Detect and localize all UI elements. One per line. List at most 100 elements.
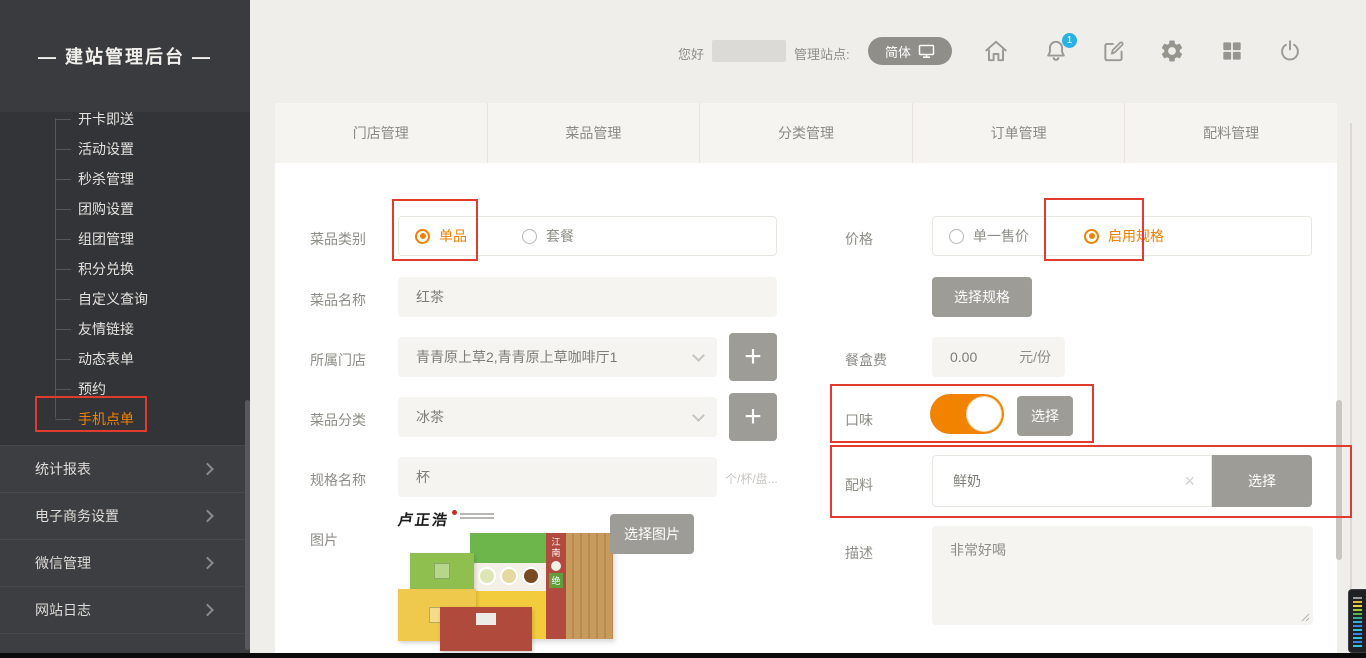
sidebar-sections: 统计报表 电子商务设置 微信管理 网站日志	[0, 445, 250, 658]
store-label: 所属门店	[310, 350, 366, 370]
tab-category-management[interactable]: 分类管理	[700, 103, 913, 163]
ingredient-label: 配料	[845, 475, 873, 495]
store-select[interactable]: 青青原上草2,青青原上草咖啡厅1	[398, 337, 717, 377]
home-button[interactable]	[983, 38, 1009, 64]
sidebar-item-shoujidiandan[interactable]: 手机点单	[0, 404, 250, 434]
choose-spec-button[interactable]: 选择规格	[932, 277, 1032, 317]
small-box-red	[440, 607, 532, 651]
content-scrollbar-thumb[interactable]	[1336, 400, 1342, 560]
resize-handle-icon[interactable]	[1300, 612, 1310, 622]
chevron-right-icon	[201, 557, 214, 570]
monitor-icon	[918, 44, 935, 59]
box-fee-input[interactable]: 0.00 元/份	[932, 337, 1065, 377]
notification-badge: 1	[1062, 33, 1077, 48]
flavor-choose-button[interactable]: 选择	[1017, 396, 1073, 436]
chevron-down-icon	[692, 349, 705, 362]
edit-button[interactable]	[1101, 38, 1127, 64]
language-button[interactable]: 简体	[868, 37, 952, 65]
description-value: 非常好喝	[950, 542, 1006, 558]
box-fee-value: 0.00	[950, 349, 977, 365]
chevron-right-icon	[201, 510, 214, 523]
tab-bar: 门店管理 菜品管理 分类管理 订单管理 配料管理	[275, 103, 1337, 163]
radio-icon	[415, 229, 430, 244]
add-class-button[interactable]: +	[729, 393, 777, 441]
sidebar-item-dongtaibiaodan[interactable]: 动态表单	[0, 344, 250, 374]
dish-type-label: 菜品类别	[310, 229, 366, 249]
apps-grid-icon	[1219, 38, 1245, 64]
sidebar-item-miaoshaguanli[interactable]: 秒杀管理	[0, 164, 250, 194]
tab-order-management[interactable]: 订单管理	[913, 103, 1126, 163]
apps-button[interactable]	[1219, 38, 1245, 64]
dish-class-select[interactable]: 冰茶	[398, 397, 717, 437]
ingredient-choose-button[interactable]: 选择	[1212, 455, 1312, 507]
sidebar-item-yuyue[interactable]: 预约	[0, 374, 250, 404]
radio-label: 套餐	[546, 226, 574, 246]
description-label: 描述	[845, 543, 873, 563]
logout-button[interactable]	[1277, 38, 1303, 64]
site-label: 管理站点:	[794, 44, 850, 63]
page: — 建站管理后台 — 开卡即送 活动设置 秒杀管理 团购设置 组团管理 积分兑换…	[0, 0, 1366, 658]
ingredient-input[interactable]: 鲜奶 ×	[932, 455, 1212, 507]
sidebar-section-tongjibaobiao[interactable]: 统计报表	[0, 445, 250, 492]
window-scrollbar-track[interactable]	[1350, 123, 1352, 653]
sidebar-section-label: 统计报表	[35, 459, 91, 479]
product-image: 卢正浩 江南 绝	[398, 509, 613, 654]
box-emblem	[551, 561, 561, 571]
description-textarea[interactable]: 非常好喝	[932, 526, 1313, 625]
radio-icon	[1084, 229, 1099, 244]
radio-single-item[interactable]: 单品	[415, 226, 467, 246]
radio-set-meal[interactable]: 套餐	[522, 226, 574, 246]
content-panel: 门店管理 菜品管理 分类管理 订单管理 配料管理 菜品类别 单品 套餐 菜品名称…	[275, 103, 1337, 658]
box-strip-text: 江南	[550, 537, 563, 559]
sidebar-item-huodongshezhi[interactable]: 活动设置	[0, 134, 250, 164]
censored-username	[712, 40, 786, 62]
spec-name-hint: 个/杯/盘...	[725, 470, 780, 487]
scroll-mini-widget[interactable]	[1348, 589, 1366, 653]
sidebar-item-tuangoushezhi[interactable]: 团购设置	[0, 194, 250, 224]
brand-logo: 卢正浩	[398, 509, 494, 530]
sidebar-item-jifenduihuan[interactable]: 积分兑换	[0, 254, 250, 284]
brand-name: 卢正浩	[397, 509, 451, 530]
dish-class-label: 菜品分类	[310, 410, 366, 430]
chevron-right-icon	[201, 604, 214, 617]
toggle-knob	[966, 396, 1002, 432]
dish-name-input[interactable]: 红茶	[398, 277, 777, 317]
home-icon	[983, 38, 1009, 64]
sidebar-item-zutuanguanli[interactable]: 组团管理	[0, 224, 250, 254]
sidebar-scrollbar[interactable]	[245, 400, 250, 650]
tab-store-management[interactable]: 门店管理	[275, 103, 488, 163]
add-store-button[interactable]: +	[729, 333, 777, 381]
chevron-right-icon	[201, 463, 214, 476]
language-label: 简体	[885, 42, 911, 61]
ingredient-value: 鲜奶	[953, 471, 981, 491]
sidebar-section-dianzishangwu[interactable]: 电子商务设置	[0, 492, 250, 539]
sidebar-section-label: 网站日志	[35, 600, 91, 620]
sidebar: — 建站管理后台 — 开卡即送 活动设置 秒杀管理 团购设置 组团管理 积分兑换…	[0, 0, 250, 658]
box-fee-label: 餐盒费	[845, 350, 887, 370]
gear-icon	[1159, 38, 1185, 64]
sidebar-item-zidingyichaxun[interactable]: 自定义查询	[0, 284, 250, 314]
brand-dot	[452, 510, 457, 515]
radio-enable-spec[interactable]: 启用规格	[1084, 226, 1164, 246]
box-strip-bottom-text: 绝	[549, 573, 562, 588]
sidebar-section-weixinguanli[interactable]: 微信管理	[0, 539, 250, 586]
dish-class-select-value: 冰茶	[416, 409, 444, 425]
sidebar-item-kaikajisong[interactable]: 开卡即送	[0, 104, 250, 134]
sidebar-section-wangzhanrizhi[interactable]: 网站日志	[0, 586, 250, 633]
sidebar-section-label: 电子商务设置	[35, 506, 119, 526]
settings-button[interactable]	[1159, 38, 1185, 64]
spec-name-input[interactable]: 杯	[398, 457, 717, 497]
tab-dish-management[interactable]: 菜品管理	[488, 103, 701, 163]
sidebar-submenu: 开卡即送 活动设置 秒杀管理 团购设置 组团管理 积分兑换 自定义查询 友情链接…	[0, 104, 250, 434]
radio-single-price[interactable]: 单一售价	[949, 226, 1029, 246]
choose-image-button[interactable]: 选择图片	[610, 514, 694, 554]
price-label: 价格	[845, 229, 873, 249]
tab-ingredient-management[interactable]: 配料管理	[1125, 103, 1337, 163]
radio-icon	[949, 229, 964, 244]
clear-icon[interactable]: ×	[1184, 472, 1195, 490]
radio-icon	[522, 229, 537, 244]
flavor-toggle[interactable]	[930, 394, 1004, 434]
sidebar-item-youqinglianjie[interactable]: 友情链接	[0, 314, 250, 344]
bottom-edge-bar	[0, 653, 1366, 658]
power-icon	[1277, 38, 1303, 64]
